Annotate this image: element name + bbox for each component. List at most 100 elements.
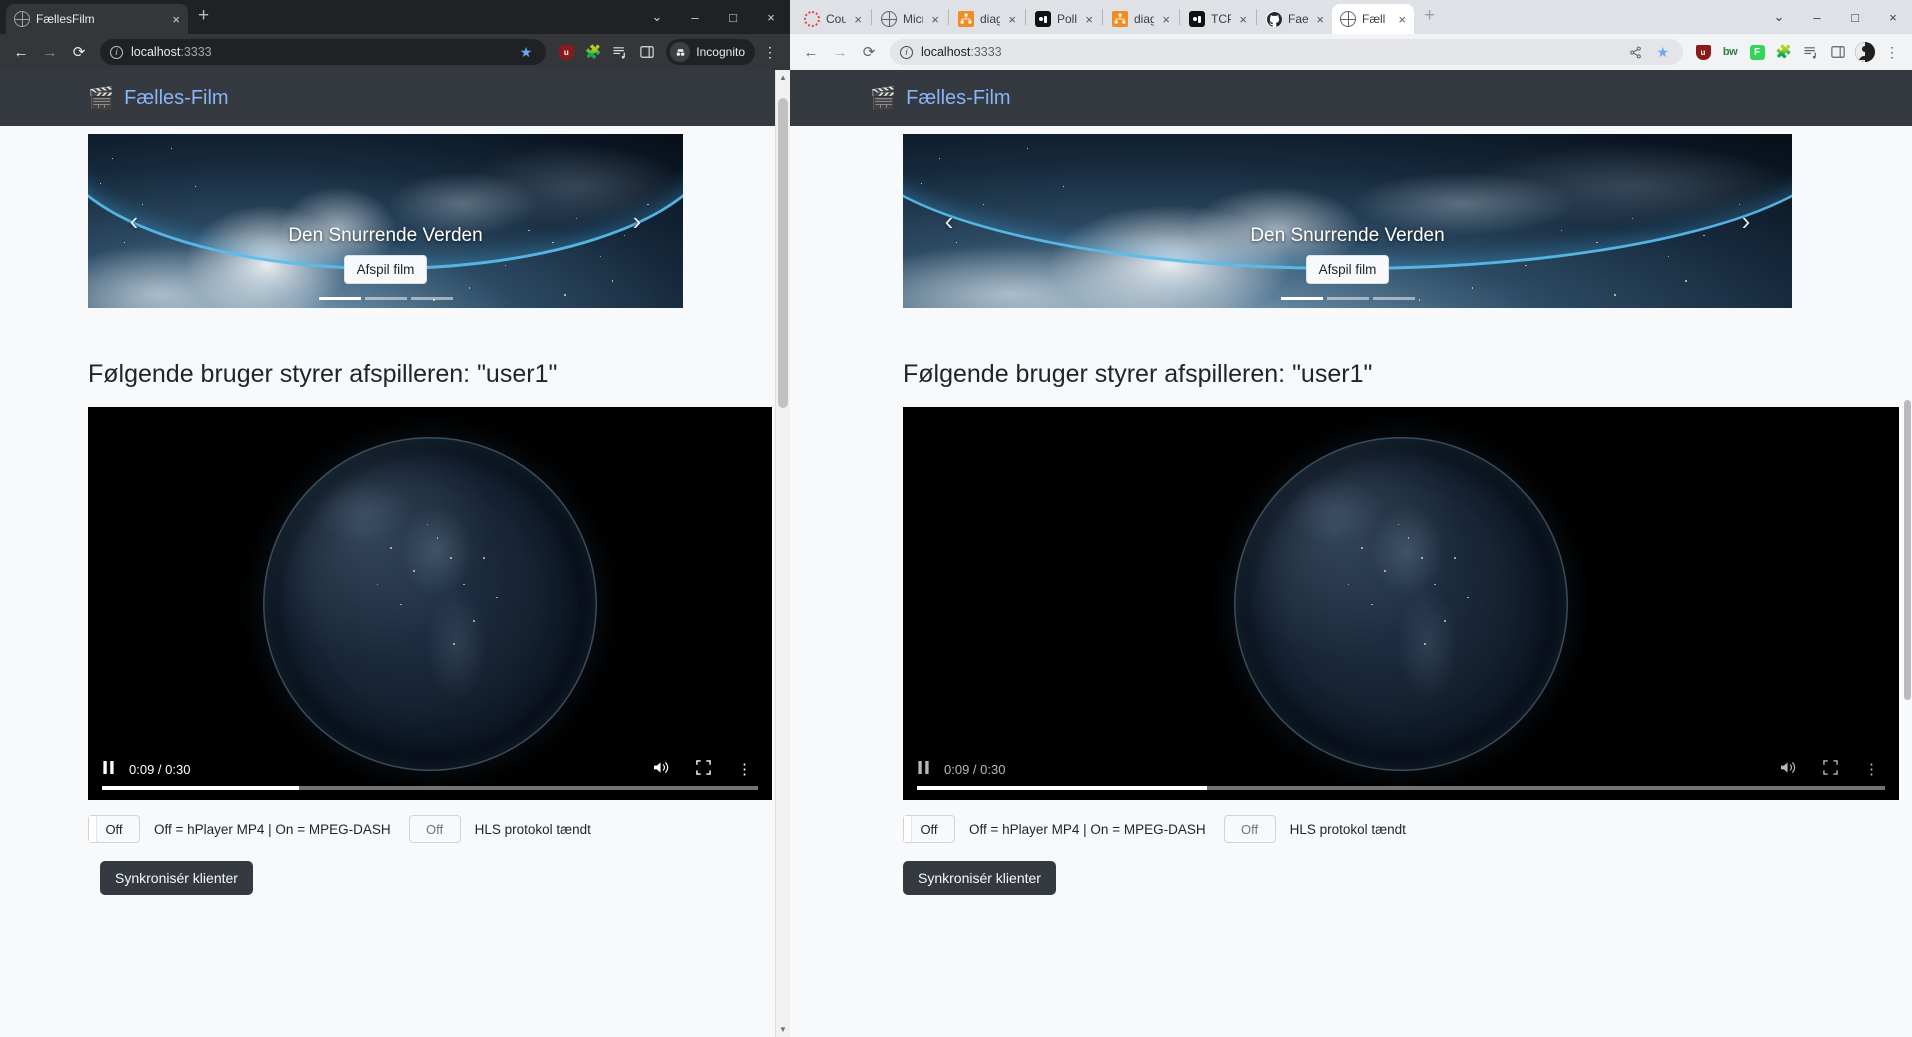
grammarly-icon[interactable]: F [1745, 40, 1769, 64]
brand-right[interactable]: 🎬 Fælles-Film [870, 87, 1011, 110]
tab-faellesfilm-active[interactable]: Fæll × [1332, 4, 1414, 34]
brand-left[interactable]: 🎬 Fælles-Film [88, 87, 229, 110]
bookmark-star-icon[interactable]: ★ [1652, 44, 1673, 61]
site-info-icon[interactable]: i [900, 45, 913, 59]
back-button[interactable]: ← [798, 39, 824, 65]
dash-toggle-label: Off [105, 821, 123, 837]
sync-clients-button[interactable]: Synkronisér klienter [903, 861, 1056, 895]
page-scrollbar-right[interactable] [1903, 70, 1912, 1037]
reading-list-icon[interactable] [608, 40, 632, 64]
minimize-button[interactable]: – [1798, 10, 1836, 25]
video-player-right[interactable]: 0:09 / 0:30 ⋮ [903, 407, 1899, 800]
forward-button[interactable]: → [37, 39, 63, 65]
fullscreen-icon[interactable] [1823, 759, 1838, 779]
play-film-button[interactable]: Afspil film [343, 255, 428, 284]
tab-polli[interactable]: Polli × [1027, 4, 1101, 34]
forward-button[interactable]: → [827, 39, 853, 65]
volume-icon[interactable] [1780, 760, 1797, 779]
fullscreen-icon[interactable] [696, 759, 711, 779]
maximize-button[interactable]: □ [714, 10, 752, 25]
reload-button[interactable]: ⟳ [856, 39, 882, 65]
maximize-button[interactable]: □ [1836, 10, 1874, 25]
browser-menu-icon[interactable]: ⋮ [1880, 44, 1904, 61]
carousel-indicator[interactable] [364, 297, 407, 300]
ublock-origin-icon[interactable]: u [554, 40, 578, 64]
reload-button[interactable]: ⟳ [66, 39, 92, 65]
hls-toggle[interactable]: Off [1223, 815, 1276, 843]
hls-toggle[interactable]: Off [408, 815, 461, 843]
puzzle-extensions-icon[interactable]: 🧩 [1772, 40, 1796, 64]
tab-cou[interactable]: Cou × [796, 4, 870, 34]
close-window-button[interactable]: × [752, 10, 790, 25]
reading-list-icon[interactable] [1799, 40, 1823, 64]
bitwarden-icon[interactable]: bw [1718, 40, 1742, 64]
carousel-indicators [88, 297, 683, 300]
more-options-icon[interactable]: ⋮ [1864, 760, 1879, 778]
tab-fael-github[interactable]: Fael × [1258, 4, 1332, 34]
scroll-down-arrow[interactable]: ▼ [776, 1022, 790, 1037]
browser-menu-icon[interactable]: ⋮ [758, 44, 782, 61]
address-bar[interactable]: i localhost:3333 ★ [890, 39, 1683, 65]
video-time: 0:09 / 0:30 [129, 761, 191, 777]
tab-close-icon[interactable]: × [172, 13, 180, 26]
side-panel-icon[interactable] [635, 40, 659, 64]
dash-toggle[interactable]: Off [88, 815, 140, 843]
incognito-profile-pill[interactable]: Incognito [666, 39, 755, 65]
scroll-up-arrow[interactable]: ▲ [776, 70, 790, 85]
video-player-left[interactable]: 0:09 / 0:30 ⋮ [88, 407, 772, 800]
new-tab-button[interactable]: + [1414, 5, 1445, 29]
tab-micr[interactable]: Micr × [873, 4, 947, 34]
tab-tcp[interactable]: TCP × [1181, 4, 1255, 34]
red-ring-icon [804, 11, 820, 27]
carousel-indicator[interactable] [1372, 297, 1415, 300]
tab-search-button[interactable]: ⌄ [1760, 9, 1798, 25]
tab-label: Micr [903, 12, 924, 26]
tab-close-icon[interactable]: × [854, 13, 862, 26]
toolbar-left: ← → ⟳ i localhost:3333 ★ u 🧩 Incognito ⋮ [0, 34, 790, 70]
scrollbar-thumb[interactable] [778, 98, 788, 408]
player-heading-right: Følgende bruger styrer afspilleren: "use… [903, 360, 1373, 388]
puzzle-extensions-icon[interactable]: 🧩 [581, 40, 605, 64]
minimize-button[interactable]: – [676, 10, 714, 25]
tab-close-icon[interactable]: × [1239, 13, 1247, 26]
tab-diag-2[interactable]: diag × [1104, 4, 1178, 34]
bookmark-star-icon[interactable]: ★ [516, 44, 537, 61]
tab-close-icon[interactable]: × [1316, 13, 1324, 26]
video-progress-bar[interactable] [102, 786, 758, 790]
new-tab-button[interactable]: + [188, 5, 219, 29]
close-window-button[interactable]: × [1874, 10, 1912, 25]
play-film-button[interactable]: Afspil film [1305, 255, 1390, 284]
share-icon[interactable] [1626, 40, 1644, 64]
back-button[interactable]: ← [8, 39, 34, 65]
tab-diag-1[interactable]: diag × [950, 4, 1024, 34]
carousel-indicator[interactable] [1326, 297, 1369, 300]
volume-icon[interactable] [653, 760, 670, 779]
ublock-origin-icon[interactable]: u [1691, 40, 1715, 64]
carousel-indicator[interactable] [1280, 297, 1323, 300]
side-panel-icon[interactable] [1826, 40, 1850, 64]
site-info-icon[interactable]: i [110, 45, 123, 59]
browser-window-right: Cou × Micr × diag × Polli × [790, 0, 1912, 1037]
pause-icon[interactable] [102, 760, 115, 779]
tab-close-icon[interactable]: × [1008, 13, 1016, 26]
tab-faellesfilm[interactable]: FællesFilm × [6, 4, 188, 34]
tab-close-icon[interactable]: × [1085, 13, 1093, 26]
tab-close-icon[interactable]: × [931, 13, 939, 26]
tab-search-button[interactable]: ⌄ [638, 9, 676, 25]
page-scrollbar-left[interactable]: ▲ ▼ [775, 70, 790, 1037]
scrollbar-thumb[interactable] [1904, 400, 1911, 700]
dash-description: Off = hPlayer MP4 | On = MPEG-DASH [969, 821, 1206, 837]
address-bar[interactable]: i localhost:3333 ★ [100, 39, 547, 65]
dash-toggle-label: Off [920, 821, 938, 837]
profile-avatar[interactable] [1853, 40, 1877, 64]
video-progress-bar[interactable] [917, 786, 1885, 790]
hls-description: HLS protokol tændt [1289, 821, 1406, 837]
tab-close-icon[interactable]: × [1398, 13, 1406, 26]
tab-close-icon[interactable]: × [1162, 13, 1170, 26]
pause-icon[interactable] [917, 760, 930, 779]
more-options-icon[interactable]: ⋮ [737, 760, 752, 778]
carousel-indicator[interactable] [410, 297, 453, 300]
carousel-indicator[interactable] [318, 297, 361, 300]
sync-clients-button[interactable]: Synkronisér klienter [100, 861, 253, 895]
dash-toggle[interactable]: Off [903, 815, 955, 843]
